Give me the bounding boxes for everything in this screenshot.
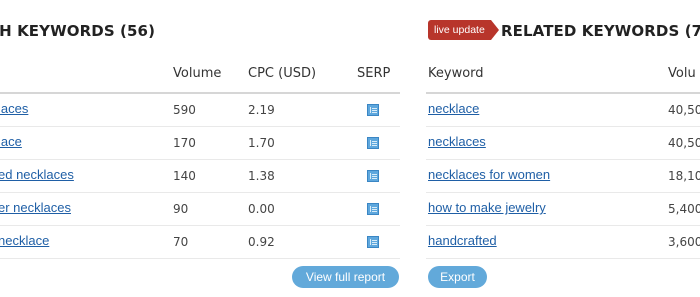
volume-header[interactable]: Volu [668, 66, 696, 81]
keyword-link[interactable]: lace [0, 134, 22, 149]
row-divider [0, 192, 400, 193]
keyword-header[interactable]: Keyword [428, 66, 484, 81]
serp-icon[interactable] [367, 236, 379, 248]
keyword-link[interactable]: laces [0, 101, 28, 116]
row-divider [426, 192, 700, 193]
keyword-link[interactable]: necklace [0, 233, 49, 248]
row-divider [0, 258, 400, 259]
volume-value: 18,10 [668, 169, 700, 183]
volume-value: 90 [173, 202, 189, 216]
right-panel-title: RELATED KEYWORDS (73 [501, 22, 700, 40]
keyword-link[interactable]: handcrafted [428, 233, 497, 248]
volume-value: 3,600 [668, 235, 700, 249]
serp-icon[interactable] [367, 137, 379, 149]
row-divider [426, 126, 700, 127]
keyword-link[interactable]: ed necklaces [0, 167, 74, 182]
cpc-value: 1.70 [248, 136, 275, 150]
volume-value: 5,400 [668, 202, 700, 216]
view-full-report-button[interactable]: View full report [292, 266, 399, 288]
keyword-link[interactable]: necklaces for women [428, 167, 550, 182]
volume-value: 170 [173, 136, 196, 150]
row-divider [426, 258, 700, 259]
row-divider [426, 225, 700, 226]
keyword-link[interactable]: necklace [428, 101, 479, 116]
live-update-badge: live update [428, 20, 499, 40]
cpc-value: 1.38 [248, 169, 275, 183]
right-header-divider [426, 92, 700, 94]
volume-value: 40,50 [668, 103, 700, 117]
serp-icon[interactable] [367, 170, 379, 182]
export-button[interactable]: Export [428, 266, 487, 288]
left-header-divider [0, 92, 400, 94]
volume-value: 70 [173, 235, 189, 249]
keyword-link[interactable]: er necklaces [0, 200, 71, 215]
keyword-link[interactable]: how to make jewelry [428, 200, 546, 215]
volume-value: 40,50 [668, 136, 700, 150]
cpc-value: 2.19 [248, 103, 275, 117]
cpc-value: 0.00 [248, 202, 275, 216]
volume-header[interactable]: Volume [173, 66, 221, 81]
left-panel-title: CH KEYWORDS (56) [0, 22, 156, 40]
row-divider [0, 159, 400, 160]
cpc-header[interactable]: CPC (USD) [248, 66, 316, 81]
row-divider [0, 225, 400, 226]
row-divider [426, 159, 700, 160]
volume-value: 140 [173, 169, 196, 183]
serp-header: SERP [357, 66, 391, 81]
serp-icon[interactable] [367, 104, 379, 116]
serp-icon[interactable] [367, 203, 379, 215]
volume-value: 590 [173, 103, 196, 117]
cpc-value: 0.92 [248, 235, 275, 249]
row-divider [0, 126, 400, 127]
keyword-link[interactable]: necklaces [428, 134, 486, 149]
